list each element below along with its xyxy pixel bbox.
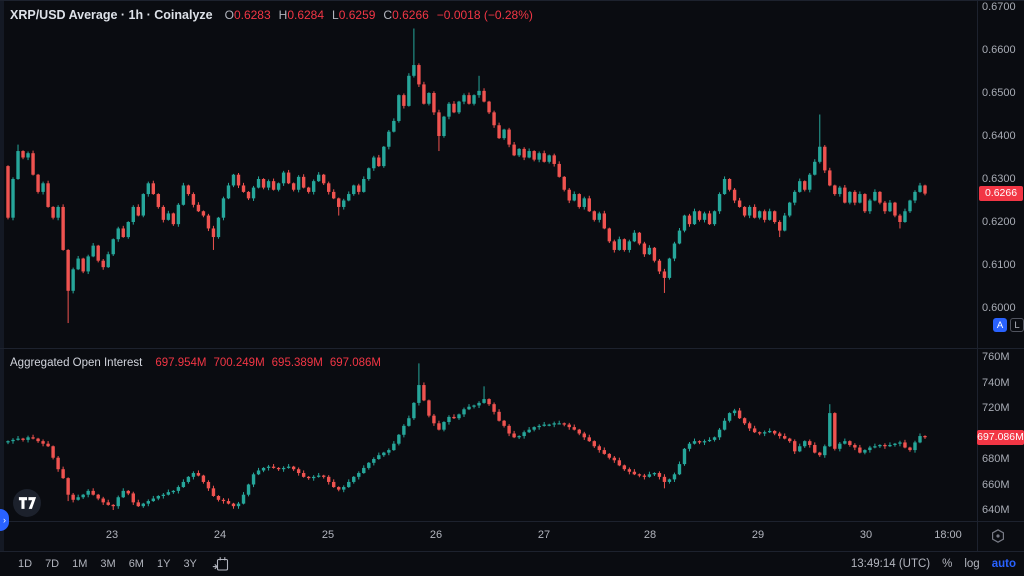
range-button-1d[interactable]: 1D bbox=[18, 558, 32, 570]
time-tick-label: 18:00 bbox=[934, 529, 962, 541]
time-tick-label: 28 bbox=[644, 529, 656, 541]
oi-legend-value: 695.389M bbox=[272, 357, 323, 369]
time-tick-label: 29 bbox=[752, 529, 764, 541]
ohlc-close: C0.6266 bbox=[383, 8, 428, 22]
oi-title[interactable]: Aggregated Open Interest bbox=[10, 357, 142, 369]
range-button-1y[interactable]: 1Y bbox=[157, 558, 170, 570]
axis-settings-button[interactable] bbox=[990, 528, 1006, 544]
bottom-toolbar: 1D 7D 1M 3M 6M 1Y 3Y 13:49:14 (UTC) % log auto bbox=[0, 552, 1024, 576]
time-tick-label: 30 bbox=[860, 529, 872, 541]
toolbar-right-group: 13:49:14 (UTC) % log auto bbox=[851, 558, 1016, 570]
price-tick-label: 0.6600 bbox=[982, 44, 1016, 56]
price-pane[interactable] bbox=[0, 0, 977, 348]
last-oi-badge: 697.086M bbox=[977, 430, 1024, 445]
auto-scale-toggle[interactable]: auto bbox=[992, 558, 1016, 570]
price-axis-border bbox=[977, 1, 978, 551]
price-tick-label: 0.6300 bbox=[982, 173, 1016, 185]
gear-icon bbox=[990, 528, 1006, 544]
oi-legend-value: 700.249M bbox=[214, 357, 265, 369]
price-tick-label: 0.6200 bbox=[982, 216, 1016, 228]
range-button-3m[interactable]: 3M bbox=[100, 558, 115, 570]
price-tick-label: 0.6100 bbox=[982, 259, 1016, 271]
range-buttons: 1D 7D 1M 3M 6M 1Y 3Y bbox=[18, 558, 197, 570]
log-scale-toggle[interactable]: log bbox=[964, 558, 979, 570]
auto-scale-button[interactable]: A bbox=[993, 318, 1007, 332]
range-button-6m[interactable]: 6M bbox=[129, 558, 144, 570]
time-tick-label: 24 bbox=[214, 529, 226, 541]
goto-date-button[interactable] bbox=[212, 556, 229, 572]
pane-divider[interactable] bbox=[0, 348, 1024, 349]
price-tick-label: 0.6400 bbox=[982, 130, 1016, 142]
log-scale-button[interactable]: L bbox=[1010, 318, 1024, 332]
oi-tick-label: 660M bbox=[982, 479, 1010, 491]
price-tick-label: 0.6000 bbox=[982, 302, 1016, 314]
oi-legend: Aggregated Open Interest 697.954M 700.249… bbox=[10, 356, 388, 370]
oi-tick-label: 640M bbox=[982, 504, 1010, 516]
oi-tick-label: 720M bbox=[982, 402, 1010, 414]
time-axis-border bbox=[0, 521, 1024, 522]
oi-tick-label: 680M bbox=[982, 453, 1010, 465]
range-button-1m[interactable]: 1M bbox=[72, 558, 87, 570]
price-tick-label: 0.6700 bbox=[982, 1, 1016, 13]
ohlc-open: O0.6283 bbox=[225, 8, 271, 22]
ohlc-high: H0.6284 bbox=[279, 8, 324, 22]
price-change: −0.0018 (−0.28%) bbox=[437, 8, 533, 22]
tradingview-logo[interactable] bbox=[13, 489, 41, 517]
price-tick-label: 0.6500 bbox=[982, 87, 1016, 99]
collapsed-left-toolbar bbox=[0, 1, 4, 551]
percent-scale-button[interactable]: % bbox=[942, 558, 952, 570]
symbol-title[interactable]: XRP/USD Average · 1h · Coinalyze bbox=[10, 8, 213, 22]
chart-window: { "header_legend": { "title": "XRP/USD A… bbox=[0, 0, 1024, 576]
time-tick-label: 26 bbox=[430, 529, 442, 541]
oi-tick-label: 740M bbox=[982, 377, 1010, 389]
price-legend: XRP/USD Average · 1h · Coinalyze O0.6283… bbox=[10, 7, 533, 23]
ohlc-low: L0.6259 bbox=[332, 8, 375, 22]
expand-panel-tab[interactable]: › bbox=[0, 509, 9, 531]
top-border bbox=[0, 0, 1024, 1]
range-button-7d[interactable]: 7D bbox=[45, 558, 59, 570]
oi-legend-value: 697.954M bbox=[155, 357, 206, 369]
tradingview-logo-icon bbox=[18, 496, 37, 510]
oi-tick-label: 760M bbox=[982, 351, 1010, 363]
clock-utc[interactable]: 13:49:14 (UTC) bbox=[851, 558, 930, 570]
last-price-badge: 0.6266 bbox=[979, 186, 1023, 201]
oi-ohlc-values: 697.954M 700.249M 695.389M 697.086M bbox=[155, 357, 388, 369]
range-button-3y[interactable]: 3Y bbox=[183, 558, 196, 570]
time-tick-label: 25 bbox=[322, 529, 334, 541]
calendar-go-to-icon bbox=[212, 556, 229, 572]
oi-legend-value: 697.086M bbox=[330, 357, 381, 369]
oi-pane[interactable] bbox=[0, 349, 977, 521]
time-tick-label: 23 bbox=[106, 529, 118, 541]
chevron-right-icon: › bbox=[3, 515, 6, 525]
time-tick-label: 27 bbox=[538, 529, 550, 541]
